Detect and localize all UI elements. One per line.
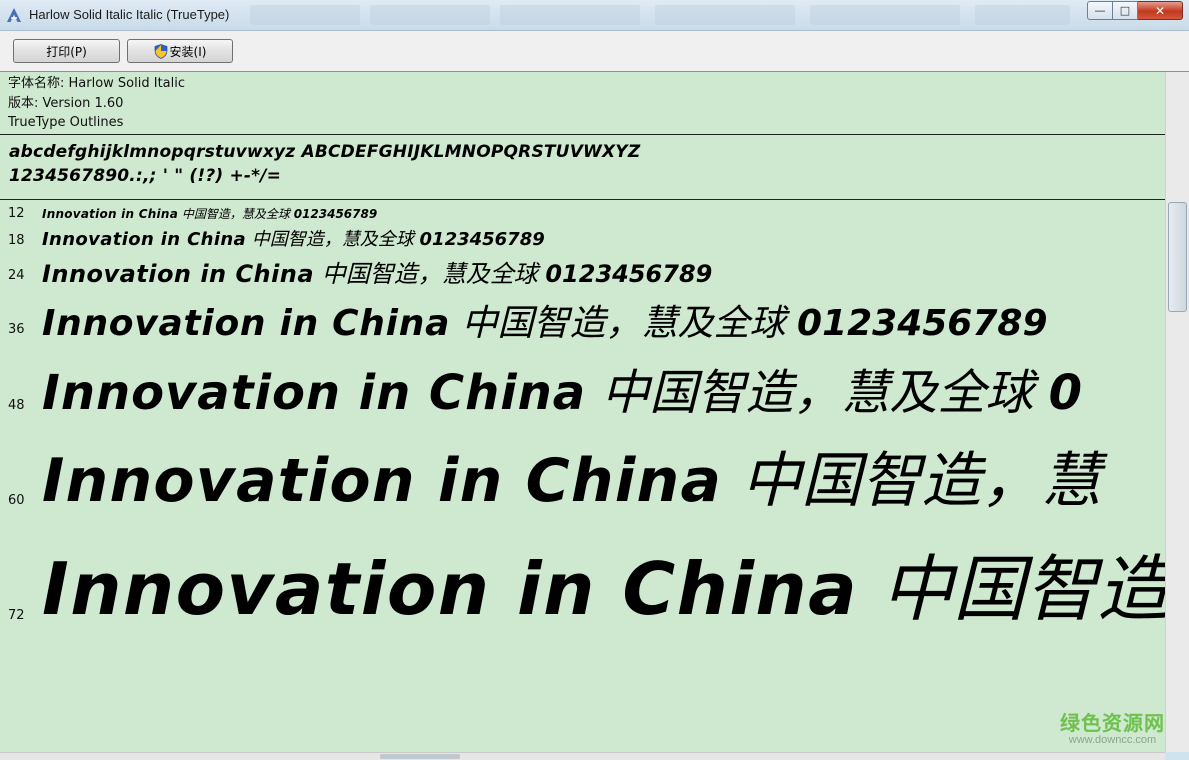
charset-symbols: 1234567890.:,; ' " (!?) +-*/=: [9, 166, 282, 186]
sample-text: Innovation in China 中国智造，慧及全球 0123456789: [42, 254, 712, 289]
print-button[interactable]: 打印(P): [13, 39, 120, 63]
vertical-scrollbar-thumb[interactable]: [1168, 202, 1187, 312]
background-window-ghost: [500, 5, 640, 25]
sample-latin: Innovation in China: [42, 260, 315, 288]
close-button[interactable]: ✕: [1138, 1, 1183, 20]
sample-cjk: 中国智造: [881, 547, 1165, 631]
sample-latin: Innovation in China: [42, 303, 451, 344]
vertical-scrollbar[interactable]: [1165, 72, 1189, 752]
print-button-label: 打印(P): [46, 44, 87, 59]
sample-size-label: 72: [8, 608, 25, 623]
background-window-ghost: [655, 5, 795, 25]
sample-latin: Innovation in China: [42, 229, 247, 250]
sample-row-48: 48 Innovation in China 中国智造，慧及全球 0: [0, 353, 1165, 425]
sample-size-label: 24: [8, 268, 25, 283]
sample-text: Innovation in China 中国智造，慧及全球 0123456789: [42, 294, 1048, 346]
sample-size-label: 12: [8, 206, 25, 221]
sample-cjk: 中国智造，慧及全球: [321, 260, 538, 288]
window-controls: — □ ✕: [1087, 1, 1183, 20]
background-window-ghost: [975, 5, 1070, 25]
sample-row-72: 72 Innovation in China 中国智造: [0, 530, 1165, 638]
sample-digits: 0: [1048, 365, 1083, 421]
background-window-ghost: [370, 5, 490, 25]
title-bar[interactable]: Harlow Solid Italic Italic (TrueType) — …: [0, 0, 1189, 31]
sample-latin: Innovation in China: [42, 547, 859, 631]
sample-text: Innovation in China 中国智造，慧及全球 0: [42, 353, 1082, 423]
sample-digits: 0123456789: [797, 303, 1048, 344]
sample-text: Innovation in China 中国智造，慧及全球 0123456789: [42, 225, 545, 251]
sample-cjk: 中国智造，慧及全球: [251, 229, 414, 250]
font-name-line: 字体名称: Harlow Solid Italic: [8, 76, 186, 91]
watermark-logo: 绿色资源网: [1060, 711, 1165, 735]
font-outline-line: TrueType Outlines: [8, 115, 124, 130]
divider: [0, 134, 1165, 135]
sample-text: Innovation in China 中国智造，慧: [42, 432, 1101, 519]
sample-digits: 0123456789: [419, 229, 545, 250]
toolbar: 打印(P) 安装(I): [0, 31, 1189, 72]
maximize-button[interactable]: □: [1113, 1, 1138, 20]
sample-size-label: 60: [8, 493, 25, 508]
sample-latin: Innovation in China: [42, 365, 587, 421]
font-version-line: 版本: Version 1.60: [8, 95, 124, 111]
sample-cjk: 中国智造，慧及全球: [601, 365, 1034, 421]
sample-row-60: 60 Innovation in China 中国智造，慧: [0, 432, 1165, 522]
sample-text: Innovation in China 中国智造，慧及全球 0123456789: [42, 205, 377, 222]
horizontal-scrollbar-thumb[interactable]: [380, 754, 460, 759]
sample-latin: Innovation in China: [42, 446, 723, 516]
sample-size-label: 36: [8, 322, 25, 337]
sample-cjk: 中国智造，慧及全球: [461, 303, 786, 344]
install-button[interactable]: 安装(I): [127, 39, 233, 63]
site-watermark: 绿色资源网 www.downcc.com: [1055, 707, 1170, 746]
sample-cjk: 中国智造，慧: [741, 446, 1102, 516]
sample-row-24: 24 Innovation in China 中国智造，慧及全球 0123456…: [0, 254, 1165, 292]
sample-text: Innovation in China 中国智造: [42, 530, 1165, 635]
sample-row-18: 18 Innovation in China 中国智造，慧及全球 0123456…: [0, 225, 1165, 253]
sample-cjk: 中国智造，慧及全球: [181, 207, 290, 221]
install-button-label: 安装(I): [169, 44, 207, 59]
divider: [0, 199, 1165, 200]
sample-size-label: 48: [8, 398, 25, 413]
sample-row-12: 12 Innovation in China 中国智造，慧及全球 0123456…: [0, 205, 1165, 223]
uac-shield-icon: [154, 43, 168, 59]
font-viewer-app-icon: [6, 7, 22, 23]
minimize-button[interactable]: —: [1087, 1, 1113, 20]
sample-digits: 0123456789: [293, 207, 378, 221]
font-info-block: 字体名称: Harlow Solid Italic 版本: Version 1.…: [8, 74, 185, 133]
charset-letters: abcdefghijklmnopqrstuvwxyz ABCDEFGHIJKLM…: [9, 142, 641, 162]
background-window-ghost: [810, 5, 960, 25]
sample-size-label: 18: [8, 233, 25, 248]
sample-digits: 0123456789: [545, 260, 713, 288]
sample-latin: Innovation in China: [42, 207, 179, 221]
horizontal-scrollbar[interactable]: [0, 752, 1165, 760]
sample-row-36: 36 Innovation in China 中国智造，慧及全球 0123456…: [0, 294, 1165, 350]
window-title: Harlow Solid Italic Italic (TrueType): [29, 7, 230, 22]
watermark-url: www.downcc.com: [1068, 734, 1157, 746]
background-window-ghost: [250, 5, 360, 25]
font-preview-pane: 字体名称: Harlow Solid Italic 版本: Version 1.…: [0, 72, 1165, 752]
